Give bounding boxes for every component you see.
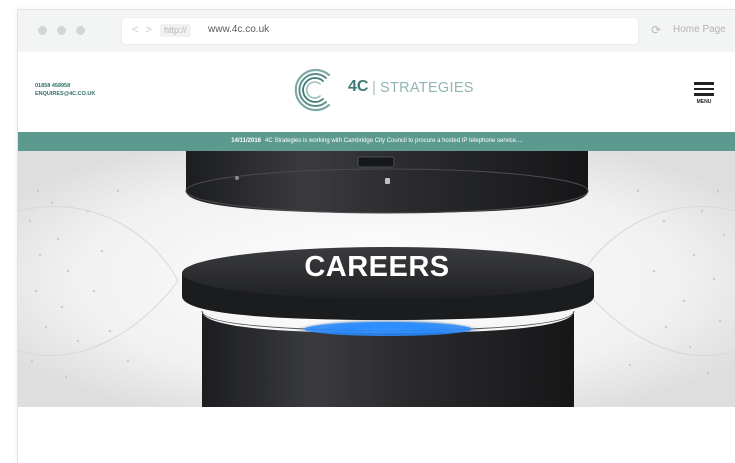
news-ticker[interactable]: 14/11/2016 4C Strategies is working with … bbox=[18, 132, 735, 151]
logo-strategies-text: STRATEGIES bbox=[380, 80, 474, 96]
browser-window: < > http:// www.4c.co.uk ⟳ Home Page 018… bbox=[17, 9, 735, 463]
site-logo[interactable]: 4C | STRATEGIES bbox=[289, 64, 489, 116]
window-maximize-dot[interactable] bbox=[76, 26, 85, 35]
url-text[interactable]: www.4c.co.uk bbox=[208, 24, 269, 35]
address-bar[interactable]: < > http:// www.4c.co.uk bbox=[122, 18, 638, 44]
logo-4c-text: 4C bbox=[348, 78, 369, 95]
phone-number[interactable]: 01858 458958 bbox=[35, 82, 95, 90]
browser-toolbar: < > http:// www.4c.co.uk ⟳ Home Page bbox=[18, 10, 735, 53]
email-link[interactable]: ENQUIRES@4C.CO.UK bbox=[35, 90, 95, 98]
hamburger-icon-bar bbox=[694, 93, 714, 96]
window-close-dot[interactable] bbox=[38, 26, 47, 35]
logo-rings-icon bbox=[294, 68, 331, 112]
reload-icon[interactable]: ⟳ bbox=[651, 23, 661, 37]
home-page-link[interactable]: Home Page bbox=[673, 24, 726, 35]
menu-button[interactable]: MENU bbox=[694, 82, 714, 105]
window-minimize-dot[interactable] bbox=[57, 26, 66, 35]
menu-label: MENU bbox=[696, 98, 712, 105]
site-header: 01858 458958 ENQUIRES@4C.CO.UK 4C | STRA… bbox=[18, 52, 735, 132]
hamburger-icon-bar bbox=[694, 87, 714, 90]
protocol-label: http:// bbox=[160, 24, 191, 37]
ticker-text: 4C Strategies is working with Cambridge … bbox=[265, 138, 523, 144]
back-forward-icon[interactable]: < > bbox=[132, 24, 154, 36]
ticker-date: 14/11/2016 bbox=[231, 138, 261, 144]
hamburger-icon bbox=[694, 82, 714, 85]
contact-info: 01858 458958 ENQUIRES@4C.CO.UK bbox=[35, 82, 95, 98]
hero-banner: CAREERS bbox=[18, 151, 735, 407]
logo-divider: | bbox=[372, 79, 376, 96]
careers-heading: CAREERS bbox=[304, 251, 450, 283]
